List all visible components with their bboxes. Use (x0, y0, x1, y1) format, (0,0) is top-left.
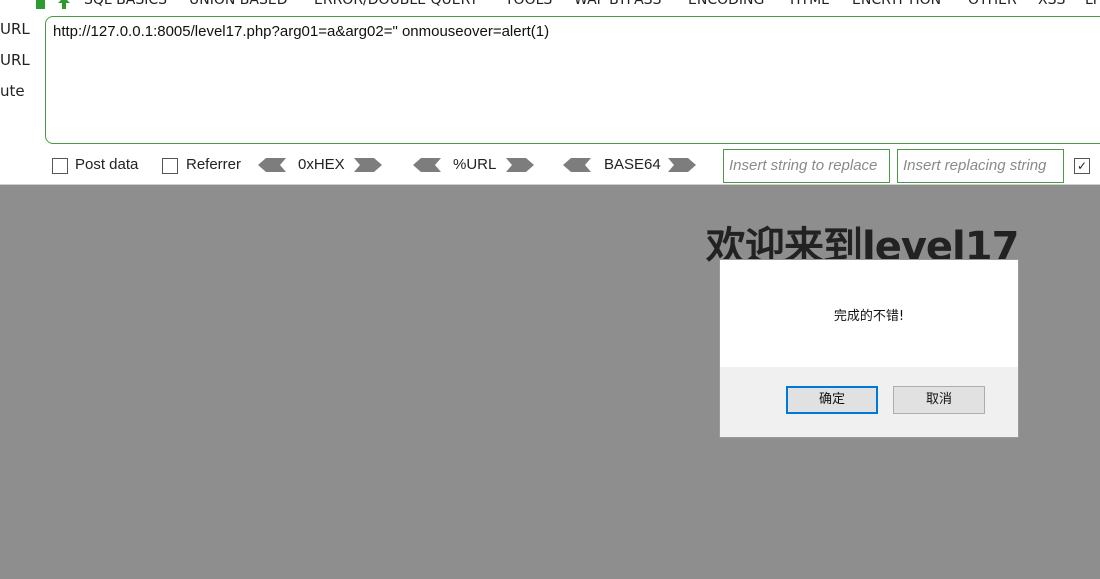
replace-from-input[interactable]: Insert string to replace (723, 149, 890, 183)
side-action-labels: URL URL ute (0, 18, 40, 111)
menu-encoding[interactable]: ENCODING▾ (688, 0, 769, 8)
dialog-message-area: 完成的不错! (720, 260, 1018, 367)
menu-error-double-query[interactable]: ERROR/DOUBLE QUERY▾ (314, 0, 483, 8)
hex-label: 0xHEX (298, 156, 345, 173)
post-data-checkbox[interactable] (52, 158, 68, 174)
hackbar-toolbar: SQL BASICS▾ UNION BASED▾ ERROR/DOUBLE QU… (0, 0, 1100, 185)
load-url-button[interactable]: URL (0, 18, 40, 49)
menu-lfi[interactable]: LFI (1085, 0, 1100, 8)
post-data-label: Post data (75, 156, 139, 173)
menu-waf-bypass[interactable]: WAF BYPASS▾ (574, 0, 666, 8)
menu-tools[interactable]: TOOLS▾ (505, 0, 557, 8)
referrer-checkbox[interactable] (162, 158, 178, 174)
ok-button[interactable]: 确定 (786, 386, 878, 414)
url-label: %URL (453, 156, 497, 173)
dialog-message: 完成的不错! (833, 309, 905, 324)
menu-encryption[interactable]: ENCRYPTION▾ (852, 0, 946, 8)
base64-encode-arrow-icon[interactable] (668, 158, 696, 172)
url-input[interactable]: http://127.0.0.1:8005/level17.php?arg01=… (45, 16, 1100, 144)
replace-to-input[interactable]: Insert replacing string (897, 149, 1064, 183)
green-arrow-icon[interactable] (58, 0, 70, 9)
url-encode-arrow-icon[interactable] (506, 158, 534, 172)
menu-row: SQL BASICS▾ UNION BASED▾ ERROR/DOUBLE QU… (0, 0, 1100, 12)
hex-encode-arrow-icon[interactable] (354, 158, 382, 172)
hex-decode-arrow-icon[interactable] (258, 158, 286, 172)
split-url-button[interactable]: URL (0, 49, 40, 80)
execute-button[interactable]: ute (0, 80, 40, 111)
cancel-button[interactable]: 取消 (893, 386, 985, 414)
menu-union-based[interactable]: UNION BASED▾ (189, 0, 293, 8)
base64-label: BASE64 (604, 156, 661, 173)
url-text: http://127.0.0.1:8005/level17.php?arg01=… (53, 23, 550, 40)
menu-html[interactable]: HTML▾ (790, 0, 834, 8)
referrer-label: Referrer (186, 156, 242, 173)
options-row: Post data Referrer 0xHEX %URL BASE64 Ins… (0, 149, 1100, 183)
menu-other[interactable]: OTHER▾ (968, 0, 1022, 8)
replace-all-checkbox[interactable]: ✓ (1074, 158, 1090, 174)
load-url-icon[interactable] (36, 0, 45, 9)
url-decode-arrow-icon[interactable] (413, 158, 441, 172)
base64-decode-arrow-icon[interactable] (563, 158, 591, 172)
alert-dialog: 完成的不错! 确定 取消 (719, 259, 1019, 438)
menu-sql-basics[interactable]: SQL BASICS▾ (84, 0, 172, 8)
menu-xss[interactable]: XSS▾ (1038, 0, 1070, 8)
